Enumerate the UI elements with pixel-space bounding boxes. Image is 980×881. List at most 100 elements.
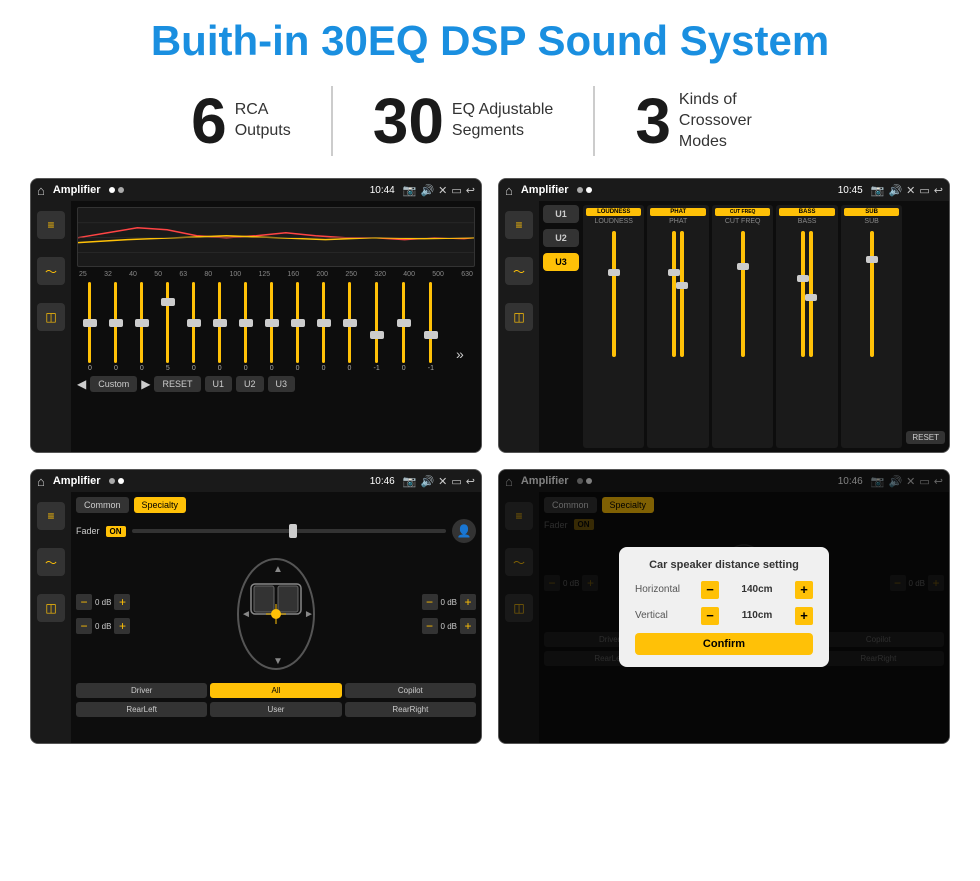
slider-col-12[interactable]: -1 — [374, 282, 380, 372]
preset-u3[interactable]: U3 — [543, 253, 579, 271]
loudness-toggle[interactable]: LOUDNESS — [586, 208, 641, 216]
back-icon-3[interactable]: ↩ — [466, 475, 475, 488]
driver-btn[interactable]: Driver — [76, 683, 207, 698]
eq-sidebar-btn-8[interactable]: 〜 — [37, 548, 65, 576]
lf-plus[interactable]: + — [114, 594, 130, 610]
slider-val-10: 0 — [322, 365, 326, 372]
bass-toggle[interactable]: BASS — [779, 208, 834, 216]
u2-btn-1[interactable]: U2 — [236, 376, 264, 392]
eq-sidebar-btn-4[interactable]: ≡ — [505, 211, 533, 239]
crossover-main: U1 U2 U3 LOUDNESS LOUDNESS — [539, 201, 949, 452]
status-icons-1: 📷 🔊 ✕ ▭ ↩ — [403, 184, 475, 197]
lf-minus[interactable]: − — [76, 594, 92, 610]
phat-toggle[interactable]: PHAT — [650, 208, 705, 216]
slider-col-2[interactable]: 0 — [114, 282, 118, 372]
confirm-button[interactable]: Confirm — [635, 633, 813, 655]
home-icon-1[interactable]: ⌂ — [37, 183, 45, 198]
copilot-btn[interactable]: Copilot — [345, 683, 476, 698]
horizontal-minus[interactable]: − — [701, 581, 719, 599]
slider-col-8[interactable]: 0 — [270, 282, 274, 372]
common-tab[interactable]: Common — [76, 497, 129, 513]
horizontal-label: Horizontal — [635, 584, 695, 595]
preset-u2[interactable]: U2 — [543, 229, 579, 247]
eq-sliders: 0 0 0 5 0 0 0 0 0 0 0 -1 0 -1 — [77, 282, 475, 372]
slider-col-5[interactable]: 0 — [192, 282, 196, 372]
slider-col-3[interactable]: 0 — [140, 282, 144, 372]
prev-btn[interactable]: ◀ — [77, 377, 86, 391]
eq-sidebar-btn-1[interactable]: ≡ — [37, 211, 65, 239]
custom-btn[interactable]: Custom — [90, 376, 137, 392]
rearleft-btn[interactable]: RearLeft — [76, 702, 207, 717]
status-dots-2 — [577, 187, 592, 193]
cutfreq-toggle[interactable]: CUT FREQ — [715, 208, 770, 216]
expand-arrow[interactable]: » — [456, 346, 464, 372]
slider-col-4[interactable]: 5 — [166, 282, 170, 372]
u1-btn-1[interactable]: U1 — [205, 376, 233, 392]
horizontal-val: 140cm — [725, 584, 789, 595]
eq-sidebar-btn-5[interactable]: 〜 — [505, 257, 533, 285]
bass-label: BASS — [779, 218, 834, 225]
phat-vslider2[interactable] — [680, 231, 684, 357]
slider-col-10[interactable]: 0 — [322, 282, 326, 372]
vertical-plus[interactable]: + — [795, 607, 813, 625]
sub-thumb — [866, 256, 878, 263]
back-icon-2[interactable]: ↩ — [934, 184, 943, 197]
u3-btn-1[interactable]: U3 — [268, 376, 296, 392]
eq-sidebar-btn-6[interactable]: ◫ — [505, 303, 533, 331]
lr-minus[interactable]: − — [76, 618, 92, 634]
home-icon-2[interactable]: ⌂ — [505, 183, 513, 198]
slider-col-13[interactable]: 0 — [402, 282, 406, 372]
bass-vslider2[interactable] — [809, 231, 813, 357]
slider-thumb-2 — [109, 319, 123, 327]
rearright-btn[interactable]: RearRight — [345, 702, 476, 717]
phat-label: PHAT — [650, 218, 705, 225]
crossover-panels: LOUDNESS LOUDNESS PHAT PHAT — [583, 205, 902, 448]
fader-header: Fader ON 👤 — [76, 519, 476, 543]
reset-btn-2[interactable]: RESET — [906, 431, 945, 444]
reset-btn-1[interactable]: RESET — [154, 376, 200, 392]
freq-32: 32 — [104, 271, 112, 278]
lr-plus[interactable]: + — [114, 618, 130, 634]
eq-sidebar-btn-3[interactable]: ◫ — [37, 303, 65, 331]
home-icon-3[interactable]: ⌂ — [37, 474, 45, 489]
eq-sidebar-btn-7[interactable]: ≡ — [37, 502, 65, 530]
slider-col-14[interactable]: -1 — [428, 282, 434, 372]
rf-minus[interactable]: − — [422, 594, 438, 610]
loudness-vslider[interactable] — [612, 231, 616, 357]
cutfreq-vslider[interactable] — [741, 231, 745, 357]
back-icon-1[interactable]: ↩ — [466, 184, 475, 197]
rr-minus[interactable]: − — [422, 618, 438, 634]
slider-col-1[interactable]: 0 — [88, 282, 92, 372]
vertical-minus[interactable]: − — [701, 607, 719, 625]
slider-col-9[interactable]: 0 — [296, 282, 300, 372]
sub-toggle[interactable]: SUB — [844, 208, 899, 216]
all-btn[interactable]: All — [210, 683, 341, 698]
screen-content-3: ≡ 〜 ◫ Common Specialty Fader ON — [31, 492, 481, 743]
profile-icon[interactable]: 👤 — [452, 519, 476, 543]
slider-track-11 — [348, 282, 351, 363]
slider-col-11[interactable]: 0 — [348, 282, 352, 372]
freq-40: 40 — [129, 271, 137, 278]
freq-125: 125 — [258, 271, 270, 278]
slider-col-7[interactable]: 0 — [244, 282, 248, 372]
slider-col-6[interactable]: 0 — [218, 282, 222, 372]
fader-on-badge: ON — [106, 526, 126, 537]
left-sidebar-2: ≡ 〜 ◫ — [499, 201, 539, 452]
eq-sidebar-btn-9[interactable]: ◫ — [37, 594, 65, 622]
specialty-tab[interactable]: Specialty — [134, 497, 187, 513]
rf-plus[interactable]: + — [460, 594, 476, 610]
lf-val: 0 dB — [95, 598, 111, 607]
next-btn[interactable]: ▶ — [141, 377, 150, 391]
cutfreq-slider — [715, 227, 770, 357]
eq-sidebar-btn-2[interactable]: 〜 — [37, 257, 65, 285]
rf-val: 0 dB — [441, 598, 457, 607]
sub-vslider[interactable] — [870, 231, 874, 357]
status-icons-3: 📷 🔊 ✕ ▭ ↩ — [403, 475, 475, 488]
user-btn[interactable]: User — [210, 702, 341, 717]
phat-vslider[interactable] — [672, 231, 676, 357]
dot-1 — [109, 187, 115, 193]
fader-slider-thumb[interactable] — [289, 524, 297, 538]
rr-plus[interactable]: + — [460, 618, 476, 634]
preset-u1[interactable]: U1 — [543, 205, 579, 223]
horizontal-plus[interactable]: + — [795, 581, 813, 599]
